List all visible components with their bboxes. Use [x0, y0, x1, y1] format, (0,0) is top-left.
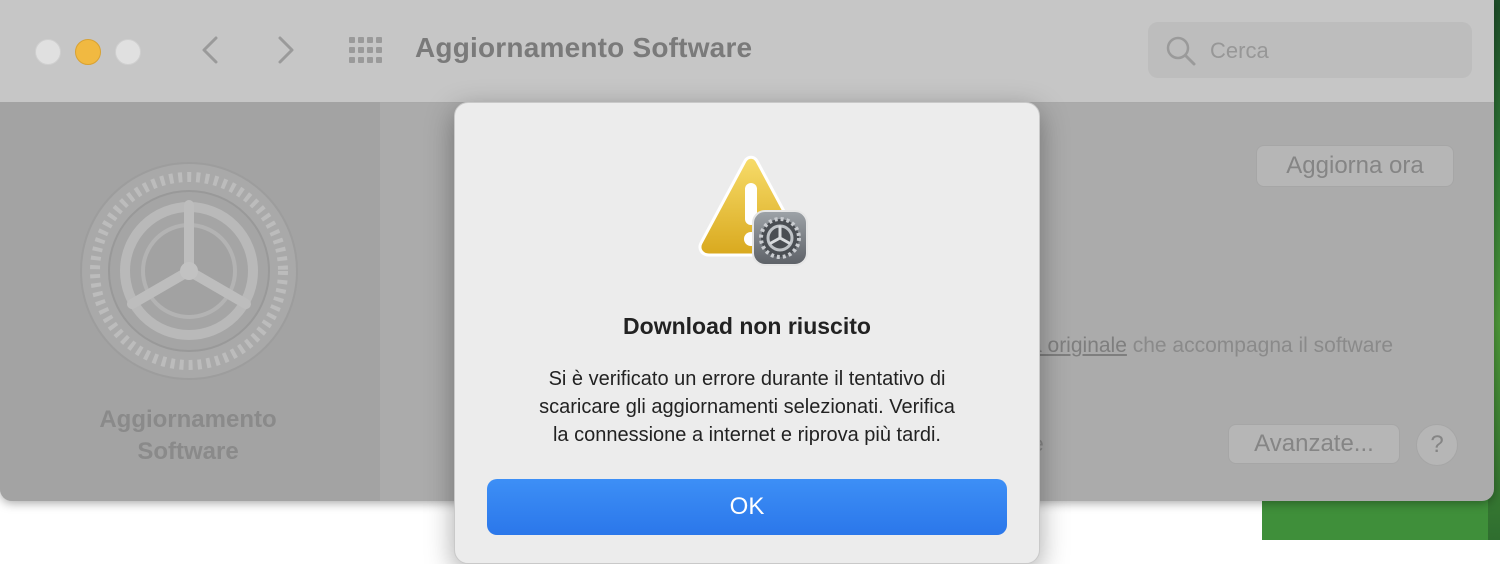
forward-arrow-icon[interactable] [270, 30, 300, 70]
license-text: a originale che accompagna il software [1030, 334, 1393, 358]
alert-dialog: Download non riuscito Si è verificato un… [454, 102, 1040, 564]
zoom-window-button[interactable] [115, 39, 141, 65]
back-arrow-icon[interactable] [196, 30, 226, 70]
dialog-message-line: la connessione a internet e riprova più … [552, 424, 941, 446]
update-now-button[interactable]: Aggiorna ora [1256, 145, 1454, 187]
minimize-window-button[interactable] [75, 39, 101, 65]
title-bar: Aggiornamento Software Cerca [0, 0, 1494, 103]
dialog-message: Si è verificato un errore durante il ten… [485, 365, 1009, 449]
close-window-button[interactable] [35, 39, 61, 65]
ok-button[interactable]: OK [487, 479, 1007, 535]
search-field[interactable]: Cerca [1148, 22, 1472, 78]
sidebar-label-line1: Aggiornamento [99, 406, 277, 433]
advanced-button[interactable]: Avanzate... [1228, 424, 1400, 464]
dialog-message-line: scaricare gli aggiornamenti selezionati.… [539, 396, 955, 418]
dialog-message-line: Si è verificato un errore durante il ten… [548, 368, 946, 390]
warning-with-gear-icon [698, 155, 808, 266]
license-link[interactable]: a originale [1030, 334, 1127, 357]
sidebar-label-line2: Software [137, 438, 239, 465]
license-text-rest: che accompagna il software [1126, 334, 1394, 357]
search-icon [1166, 36, 1196, 66]
search-placeholder: Cerca [1210, 38, 1269, 63]
window-title: Aggiornamento Software [415, 32, 753, 63]
software-update-gear-icon [80, 162, 298, 380]
sidebar-app-label: Aggiornamento Software [40, 404, 336, 468]
show-all-grid-icon[interactable] [348, 36, 384, 64]
dialog-title: Download non riuscito [623, 313, 871, 339]
help-button[interactable]: ? [1416, 424, 1458, 466]
